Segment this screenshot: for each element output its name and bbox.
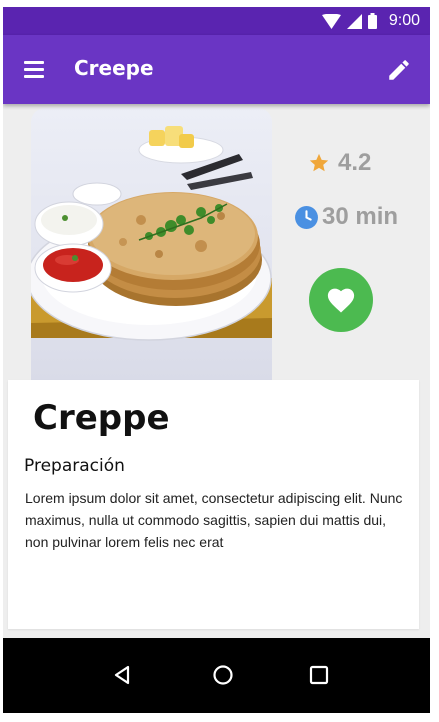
back-button[interactable] xyxy=(110,663,134,687)
star-icon xyxy=(309,153,329,172)
phone-screen: 9:00 Creepe 4.2 30 min Creppe Preparació… xyxy=(3,7,430,713)
app-bar: Creepe xyxy=(3,35,430,104)
app-title: Creepe xyxy=(74,56,154,80)
cook-time-value: 30 min xyxy=(322,203,399,230)
menu-button[interactable] xyxy=(23,59,47,79)
heart-icon xyxy=(327,288,355,313)
rating: 4.2 xyxy=(308,149,371,177)
back-icon xyxy=(114,665,130,685)
cell-signal-icon xyxy=(346,13,362,29)
recents-icon xyxy=(309,665,329,685)
recipe-card: Creppe Preparación Lorem ipsum dolor sit… xyxy=(8,380,419,629)
favorite-button[interactable] xyxy=(309,268,373,332)
status-icons: 9:00 xyxy=(321,11,420,31)
battery-icon xyxy=(367,13,377,29)
clock-icon xyxy=(295,205,318,229)
section-heading: Preparación xyxy=(24,456,125,476)
recipe-image xyxy=(31,108,272,380)
rating-value: 4.2 xyxy=(338,149,372,176)
recipe-title: Creppe xyxy=(33,398,170,438)
edit-button[interactable] xyxy=(386,57,412,83)
status-bar: 9:00 xyxy=(3,7,430,35)
recipe-description: Lorem ipsum dolor sit amet, consectetur … xyxy=(25,490,403,550)
home-icon xyxy=(213,665,233,685)
edit-pencil-icon xyxy=(389,60,409,80)
wifi-icon xyxy=(321,13,341,29)
navigation-bar xyxy=(3,638,430,713)
cook-time: 30 min xyxy=(294,203,398,231)
status-time: 9:00 xyxy=(388,12,420,29)
recents-button[interactable] xyxy=(307,663,331,687)
food-photo xyxy=(31,126,272,341)
home-button[interactable] xyxy=(211,663,235,687)
